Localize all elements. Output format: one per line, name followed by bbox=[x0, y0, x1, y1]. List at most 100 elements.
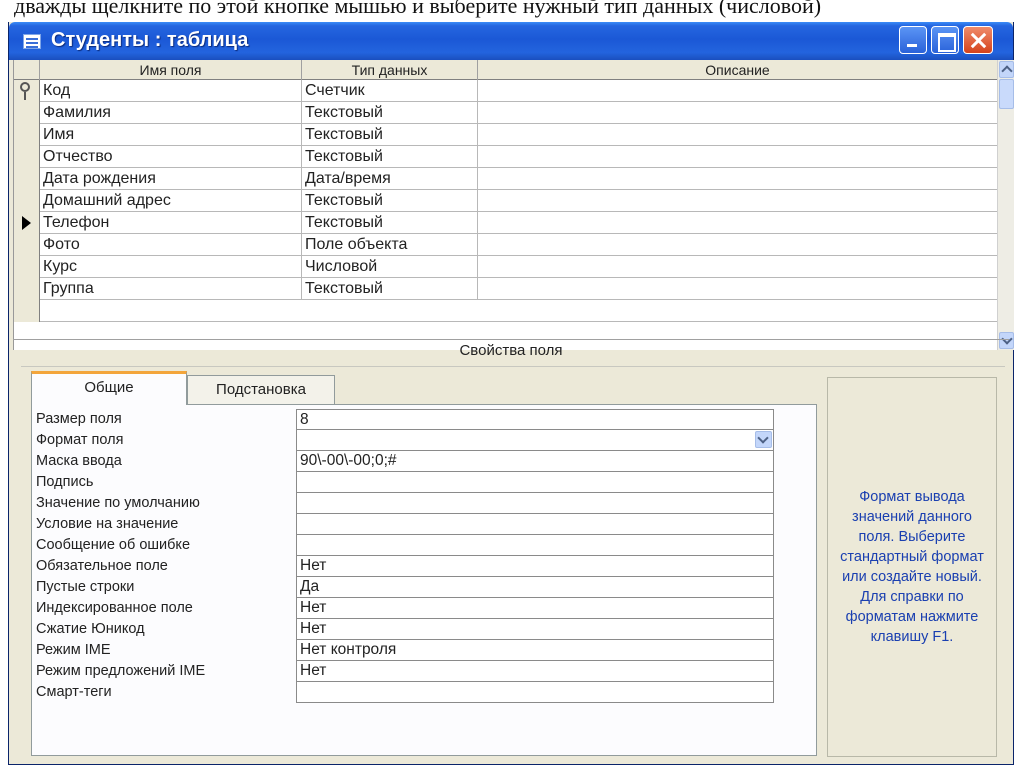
dropdown-arrow-icon[interactable] bbox=[755, 431, 772, 448]
row-selector[interactable] bbox=[14, 190, 40, 212]
property-value-text: Нет bbox=[300, 662, 327, 679]
table-row[interactable]: Код Счетчик bbox=[14, 80, 997, 102]
description-cell[interactable] bbox=[478, 256, 997, 278]
property-value-field[interactable] bbox=[296, 430, 774, 451]
property-value-field[interactable]: Нет bbox=[296, 598, 774, 619]
table-row[interactable]: Отчество Текстовый bbox=[14, 146, 997, 168]
property-value-text: Нет bbox=[300, 557, 327, 574]
field-name-cell[interactable]: Курс bbox=[40, 256, 302, 278]
property-label: Размер поля bbox=[36, 411, 122, 427]
description-cell[interactable] bbox=[478, 212, 997, 234]
description-cell[interactable] bbox=[478, 168, 997, 190]
description-cell[interactable] bbox=[478, 234, 997, 256]
row-selector[interactable] bbox=[14, 234, 40, 256]
field-name-cell[interactable]: Имя bbox=[40, 124, 302, 146]
row-selector[interactable] bbox=[14, 168, 40, 190]
property-value-field[interactable] bbox=[296, 682, 774, 703]
help-text: Формат вывода значений данного поля. Выб… bbox=[840, 489, 984, 645]
property-row: Подпись bbox=[32, 472, 818, 493]
property-value-field[interactable]: 90\-00\-00;0;# bbox=[296, 451, 774, 472]
property-label: Сжатие Юникод bbox=[36, 621, 145, 637]
property-value-field[interactable] bbox=[296, 514, 774, 535]
data-type-cell[interactable]: Текстовый bbox=[302, 124, 478, 146]
data-type-cell[interactable]: Текстовый bbox=[302, 102, 478, 124]
tab-lookup[interactable]: Подстановка bbox=[187, 375, 335, 405]
row-selector[interactable] bbox=[14, 124, 40, 146]
field-name-cell[interactable]: Группа bbox=[40, 278, 302, 300]
property-label: Сообщение об ошибке bbox=[36, 537, 191, 553]
table-row[interactable]: Домашний адрес Текстовый bbox=[14, 190, 997, 212]
table-row[interactable]: Дата рождения Дата/время bbox=[14, 168, 997, 190]
current-row-arrow-icon bbox=[22, 216, 31, 230]
description-cell[interactable] bbox=[478, 190, 997, 212]
description-cell[interactable] bbox=[478, 102, 997, 124]
field-name-cell[interactable]: Фамилия bbox=[40, 102, 302, 124]
field-properties-title: Свойства поля bbox=[459, 342, 563, 359]
column-header-description[interactable]: Описание bbox=[478, 60, 997, 80]
column-header-data-type[interactable]: Тип данных bbox=[302, 60, 478, 80]
property-value-field[interactable]: Нет bbox=[296, 661, 774, 682]
grid-vertical-scrollbar[interactable] bbox=[997, 60, 1014, 350]
title-bar[interactable]: Студенты : таблица bbox=[9, 22, 1013, 60]
minimize-button[interactable] bbox=[899, 26, 927, 54]
property-value-field[interactable] bbox=[296, 472, 774, 493]
row-selector[interactable] bbox=[14, 102, 40, 124]
description-cell[interactable] bbox=[478, 146, 997, 168]
row-selector[interactable] bbox=[14, 80, 40, 102]
row-selector[interactable] bbox=[14, 278, 40, 300]
field-name-cell[interactable]: Фото bbox=[40, 234, 302, 256]
row-selector-header[interactable] bbox=[14, 60, 40, 80]
table-row-empty[interactable] bbox=[14, 300, 997, 322]
field-name-cell[interactable]: Дата рождения bbox=[40, 168, 302, 190]
data-type-cell[interactable]: Текстовый bbox=[302, 190, 478, 212]
data-type-cell[interactable]: Текстовый bbox=[302, 212, 478, 234]
property-value-field[interactable]: Да bbox=[296, 577, 774, 598]
scroll-thumb[interactable] bbox=[999, 79, 1014, 109]
field-name-cell[interactable]: Отчество bbox=[40, 146, 302, 168]
tab-general[interactable]: Общие bbox=[31, 371, 187, 405]
property-label: Формат поля bbox=[36, 432, 124, 448]
property-value-field[interactable]: Нет контроля bbox=[296, 640, 774, 661]
field-name-cell[interactable]: Домашний адрес bbox=[40, 190, 302, 212]
table-row[interactable]: Телефон Текстовый bbox=[14, 212, 997, 234]
data-type-cell[interactable]: Числовой bbox=[302, 256, 478, 278]
table-row[interactable]: Фамилия Текстовый bbox=[14, 102, 997, 124]
description-cell[interactable] bbox=[478, 278, 997, 300]
property-row: Режим IME Нет контроля bbox=[32, 640, 818, 661]
column-header-field-name[interactable]: Имя поля bbox=[40, 60, 302, 80]
table-row[interactable]: Имя Текстовый bbox=[14, 124, 997, 146]
property-value-text: 8 bbox=[300, 411, 309, 428]
grid-header: Имя поля Тип данных Описание bbox=[14, 60, 997, 80]
close-button[interactable] bbox=[963, 26, 993, 54]
property-row: Смарт-теги bbox=[32, 682, 818, 703]
data-type-cell[interactable]: Текстовый bbox=[302, 278, 478, 300]
property-value-field[interactable]: Нет bbox=[296, 556, 774, 577]
row-selector[interactable] bbox=[14, 256, 40, 278]
field-name-cell[interactable]: Телефон bbox=[40, 212, 302, 234]
field-name-cell[interactable]: Код bbox=[40, 80, 302, 102]
property-value-field[interactable]: Нет bbox=[296, 619, 774, 640]
property-value-field[interactable]: 8 bbox=[296, 409, 774, 430]
property-row: Формат поля bbox=[32, 430, 818, 451]
section-divider bbox=[13, 339, 1009, 340]
maximize-button[interactable] bbox=[931, 26, 959, 54]
property-row: Маска ввода 90\-00\-00;0;# bbox=[32, 451, 818, 472]
property-value-field[interactable] bbox=[296, 493, 774, 514]
property-row: Размер поля 8 bbox=[32, 409, 818, 430]
table-row[interactable]: Группа Текстовый bbox=[14, 278, 997, 300]
table-row[interactable]: Курс Числовой bbox=[14, 256, 997, 278]
data-type-cell[interactable]: Счетчик bbox=[302, 80, 478, 102]
data-type-cell[interactable]: Текстовый bbox=[302, 146, 478, 168]
data-type-cell[interactable]: Поле объекта bbox=[302, 234, 478, 256]
property-row: Пустые строки Да bbox=[32, 577, 818, 598]
description-cell[interactable] bbox=[478, 80, 997, 102]
property-label: Режим IME bbox=[36, 642, 111, 658]
row-selector[interactable] bbox=[14, 212, 40, 234]
row-selector[interactable] bbox=[14, 146, 40, 168]
data-type-cell[interactable]: Дата/время bbox=[302, 168, 478, 190]
scroll-up-arrow-icon[interactable] bbox=[999, 61, 1014, 78]
row-selector[interactable] bbox=[14, 300, 40, 322]
table-row[interactable]: Фото Поле объекта bbox=[14, 234, 997, 256]
property-value-field[interactable] bbox=[296, 535, 774, 556]
description-cell[interactable] bbox=[478, 124, 997, 146]
